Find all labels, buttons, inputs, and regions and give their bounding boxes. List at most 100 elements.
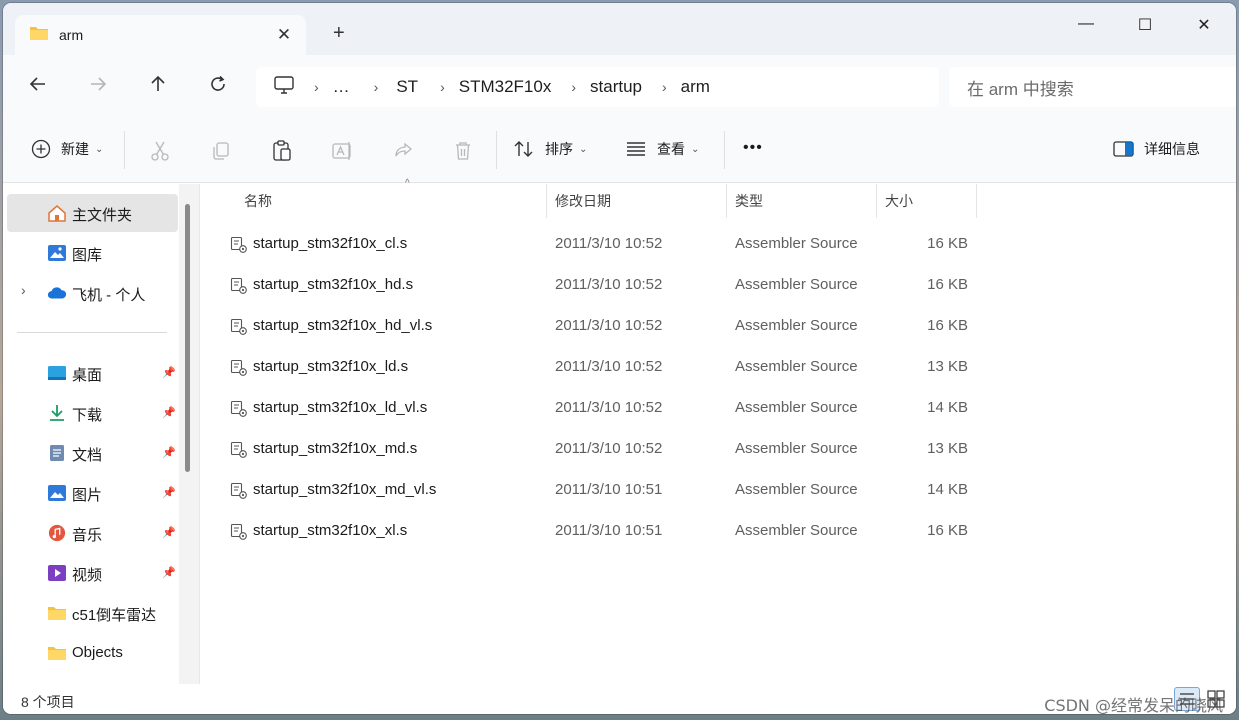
tab-close-icon[interactable]: ✕ xyxy=(274,25,294,45)
file-size: 14 KB xyxy=(927,481,968,498)
chevron-right-icon[interactable]: › xyxy=(21,282,26,298)
pin-icon[interactable]: 📌 xyxy=(162,566,176,579)
column-header-type[interactable]: 类型 xyxy=(727,184,877,218)
sidebar-item-downloads[interactable]: 下载 📌 xyxy=(7,394,178,432)
sidebar-item-videos[interactable]: 视频 📌 xyxy=(7,554,178,592)
sidebar-item-onedrive[interactable]: › 飞机 - 个人 xyxy=(7,274,178,312)
address-bar[interactable]: › … › ST › STM32F10x › startup › arm xyxy=(256,67,939,107)
file-size: 13 KB xyxy=(927,440,968,457)
copy-icon[interactable] xyxy=(209,139,233,163)
explorer-window: arm ✕ + — ☐ ✕ › … › ST › STM32F10x › sta… xyxy=(3,3,1236,714)
file-modified-date: 2011/3/10 10:52 xyxy=(555,399,663,416)
sidebar-item-label: 飞机 - 个人 xyxy=(72,287,146,304)
new-label: 新建 xyxy=(61,141,89,157)
column-header-size[interactable]: 大小 xyxy=(877,184,977,218)
sidebar-item-gallery[interactable]: 图库 xyxy=(7,234,178,272)
sidebar-item-pictures[interactable]: 图片 📌 xyxy=(7,474,178,512)
breadcrumb-stm32f10x[interactable]: STM32F10x xyxy=(459,77,552,97)
breadcrumb-arm[interactable]: arm xyxy=(681,77,710,97)
file-row[interactable]: startup_stm32f10x_ld.s 2011/3/10 10:52 Ass… xyxy=(220,347,980,388)
sidebar-item-c51[interactable]: c51倒车雷达 xyxy=(7,594,178,632)
sort-button[interactable]: 排序 ⌄ xyxy=(513,139,587,159)
new-button[interactable]: 新建 ⌄ xyxy=(31,139,103,159)
maximize-button[interactable]: ☐ xyxy=(1122,15,1168,35)
sidebar-item-desktop[interactable]: 桌面 📌 xyxy=(7,354,178,392)
column-header-label: 类型 xyxy=(735,193,763,209)
arrow-left-icon xyxy=(29,77,45,91)
refresh-icon xyxy=(211,75,225,91)
file-type: Assembler Source xyxy=(735,358,858,375)
sidebar-item-music[interactable]: 音乐 📌 xyxy=(7,514,178,552)
details-pane-button[interactable]: 详细信息 xyxy=(1113,139,1200,159)
assembler-file-icon xyxy=(230,277,247,294)
sidebar-item-home[interactable]: 主文件夹 xyxy=(7,194,178,232)
pin-icon[interactable]: 📌 xyxy=(162,406,176,419)
pin-icon[interactable]: 📌 xyxy=(162,366,176,379)
toolbar-divider xyxy=(724,131,725,169)
pin-icon[interactable]: 📌 xyxy=(162,526,176,539)
view-button[interactable]: 查看 ⌄ xyxy=(625,139,699,159)
column-header-date[interactable]: 修改日期 xyxy=(547,184,727,218)
forward-button[interactable] xyxy=(85,75,111,99)
column-header-label: 名称 xyxy=(244,193,272,209)
pictures-icon xyxy=(48,485,66,501)
search-box[interactable]: 在 arm 中搜索 xyxy=(949,67,1236,107)
breadcrumb-ellipsis[interactable]: … xyxy=(333,77,350,97)
paste-icon[interactable] xyxy=(270,139,294,163)
close-window-button[interactable]: ✕ xyxy=(1181,15,1227,35)
arrow-up-icon xyxy=(151,75,165,91)
file-modified-date: 2011/3/10 10:52 xyxy=(555,235,663,252)
file-row[interactable]: startup_stm32f10x_hd.s 2011/3/10 10:52 Ass… xyxy=(220,265,980,306)
file-modified-date: 2011/3/10 10:52 xyxy=(555,440,663,457)
file-name: startup_stm32f10x_xl.s xyxy=(253,522,408,539)
gallery-icon xyxy=(48,245,66,261)
refresh-button[interactable] xyxy=(205,75,231,99)
file-row[interactable]: startup_stm32f10x_md.s 2011/3/10 10:52 Ass… xyxy=(220,429,980,470)
file-row[interactable]: startup_stm32f10x_ld_vl.s 2011/3/10 10:52… xyxy=(220,388,980,429)
delete-icon[interactable] xyxy=(451,139,475,163)
file-row[interactable]: startup_stm32f10x_cl.s 2011/3/10 10:52 Ass… xyxy=(220,224,980,265)
sort-icon xyxy=(514,141,533,157)
file-size: 16 KB xyxy=(927,317,968,334)
add-circle-icon xyxy=(31,139,51,159)
minimize-button[interactable]: — xyxy=(1063,15,1109,33)
file-modified-date: 2011/3/10 10:52 xyxy=(555,317,663,334)
file-size: 16 KB xyxy=(927,522,968,539)
back-button[interactable] xyxy=(25,75,51,99)
file-type: Assembler Source xyxy=(735,522,858,539)
assembler-file-icon xyxy=(230,359,247,376)
file-name: startup_stm32f10x_hd_vl.s xyxy=(253,317,433,334)
file-size: 16 KB xyxy=(927,235,968,252)
chevron-down-icon: ⌄ xyxy=(95,143,104,155)
download-icon xyxy=(50,405,64,421)
file-type: Assembler Source xyxy=(735,440,858,457)
sidebar-item-documents[interactable]: 文档 📌 xyxy=(7,434,178,472)
sidebar-item-objects[interactable]: Objects xyxy=(7,634,178,672)
tab-arm[interactable]: arm ✕ xyxy=(15,15,306,55)
up-button[interactable] xyxy=(145,75,171,99)
file-type: Assembler Source xyxy=(735,481,858,498)
documents-icon xyxy=(50,445,64,461)
column-header-name[interactable]: ^ 名称 xyxy=(220,178,547,218)
file-name: startup_stm32f10x_cl.s xyxy=(253,235,408,252)
pin-icon[interactable]: 📌 xyxy=(162,446,176,459)
file-type: Assembler Source xyxy=(735,317,858,334)
pin-icon[interactable]: 📌 xyxy=(162,486,176,499)
rename-icon[interactable] xyxy=(331,139,355,163)
breadcrumb-startup[interactable]: startup xyxy=(590,77,642,97)
assembler-file-icon xyxy=(230,318,247,335)
more-options-button[interactable]: ••• xyxy=(743,139,763,157)
sidebar-item-label: 下载 xyxy=(72,407,103,424)
item-count: 8 个项目 xyxy=(21,694,75,710)
file-row[interactable]: startup_stm32f10x_md_vl.s 2011/3/10 10:51… xyxy=(220,470,980,511)
sort-ascending-icon: ^ xyxy=(405,178,410,189)
sidebar-scrollbar[interactable] xyxy=(185,204,190,472)
cut-icon[interactable] xyxy=(148,139,172,163)
breadcrumb-st[interactable]: ST xyxy=(380,77,418,97)
new-tab-button[interactable]: + xyxy=(333,22,345,45)
file-row[interactable]: startup_stm32f10x_hd_vl.s 2011/3/10 10:52… xyxy=(220,306,980,347)
folder-icon xyxy=(48,647,66,660)
share-icon[interactable] xyxy=(391,139,415,163)
sidebar-item-label: 音乐 xyxy=(72,527,103,544)
file-row[interactable]: startup_stm32f10x_xl.s 2011/3/10 10:51 Ass… xyxy=(220,511,980,552)
